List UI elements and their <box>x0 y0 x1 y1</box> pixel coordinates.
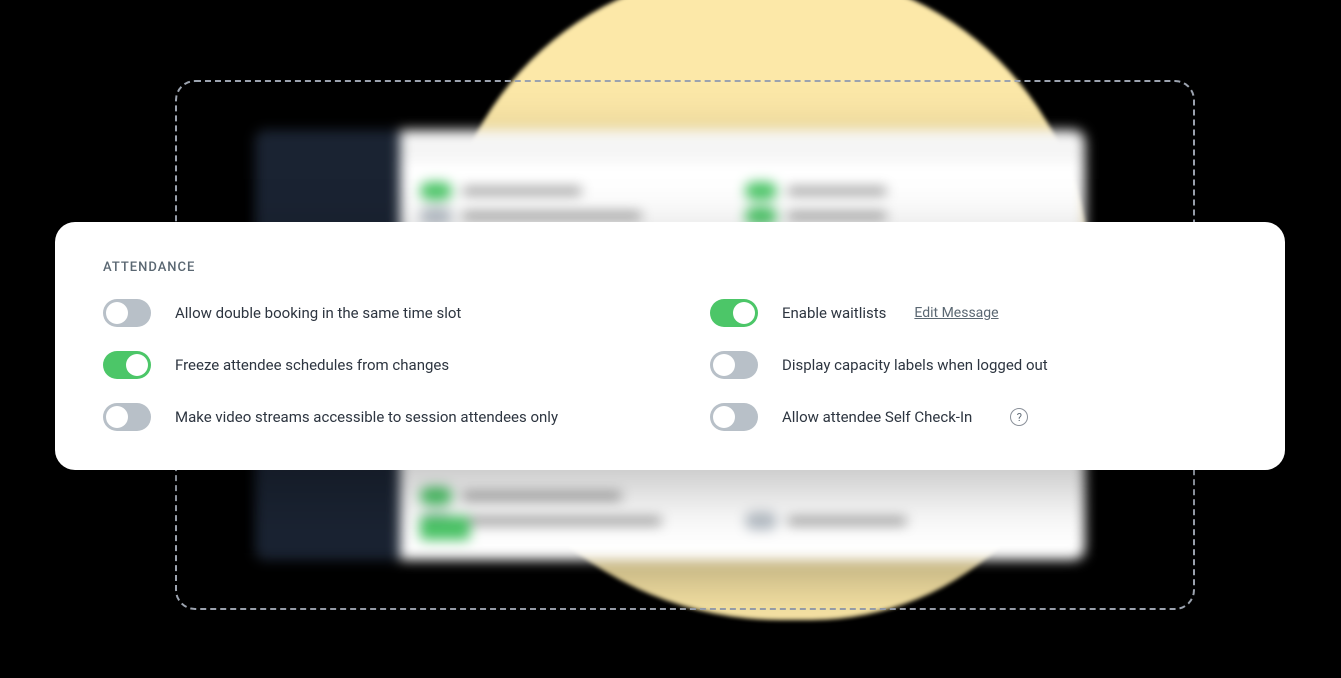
toggle-knob <box>106 406 128 428</box>
setting-video-streams: Make video streams accessible to session… <box>103 403 630 431</box>
toggle-self-checkin[interactable] <box>710 403 758 431</box>
toggle-knob <box>126 354 148 376</box>
toggle-freeze-schedules[interactable] <box>103 351 151 379</box>
toggle-double-booking[interactable] <box>103 299 151 327</box>
help-icon[interactable]: ? <box>1010 408 1028 426</box>
setting-label: Make video streams accessible to session… <box>175 408 558 426</box>
toggle-waitlists[interactable] <box>710 299 758 327</box>
edit-message-link[interactable]: Edit Message <box>914 305 998 321</box>
setting-label: Enable waitlists <box>782 304 886 322</box>
setting-freeze-schedules: Freeze attendee schedules from changes <box>103 351 630 379</box>
toggle-knob <box>733 302 755 324</box>
toggle-knob <box>106 302 128 324</box>
setting-label: Freeze attendee schedules from changes <box>175 356 449 374</box>
settings-column-left: Allow double booking in the same time sl… <box>103 299 630 431</box>
toggle-capacity-labels[interactable] <box>710 351 758 379</box>
toggle-knob <box>713 354 735 376</box>
setting-self-checkin: Allow attendee Self Check-In ? <box>710 403 1237 431</box>
setting-capacity-labels: Display capacity labels when logged out <box>710 351 1237 379</box>
setting-label: Allow double booking in the same time sl… <box>175 304 461 322</box>
setting-label: Allow attendee Self Check-In <box>782 408 972 426</box>
settings-grid: Allow double booking in the same time sl… <box>103 299 1237 431</box>
setting-double-booking: Allow double booking in the same time sl… <box>103 299 630 327</box>
toggle-video-streams[interactable] <box>103 403 151 431</box>
section-title: ATTENDANCE <box>103 260 1237 275</box>
attendance-settings-card: ATTENDANCE Allow double booking in the s… <box>55 222 1285 470</box>
toggle-knob <box>713 406 735 428</box>
setting-label: Display capacity labels when logged out <box>782 356 1048 374</box>
settings-column-right: Enable waitlists Edit Message Display ca… <box>710 299 1237 431</box>
setting-waitlists: Enable waitlists Edit Message <box>710 299 1237 327</box>
